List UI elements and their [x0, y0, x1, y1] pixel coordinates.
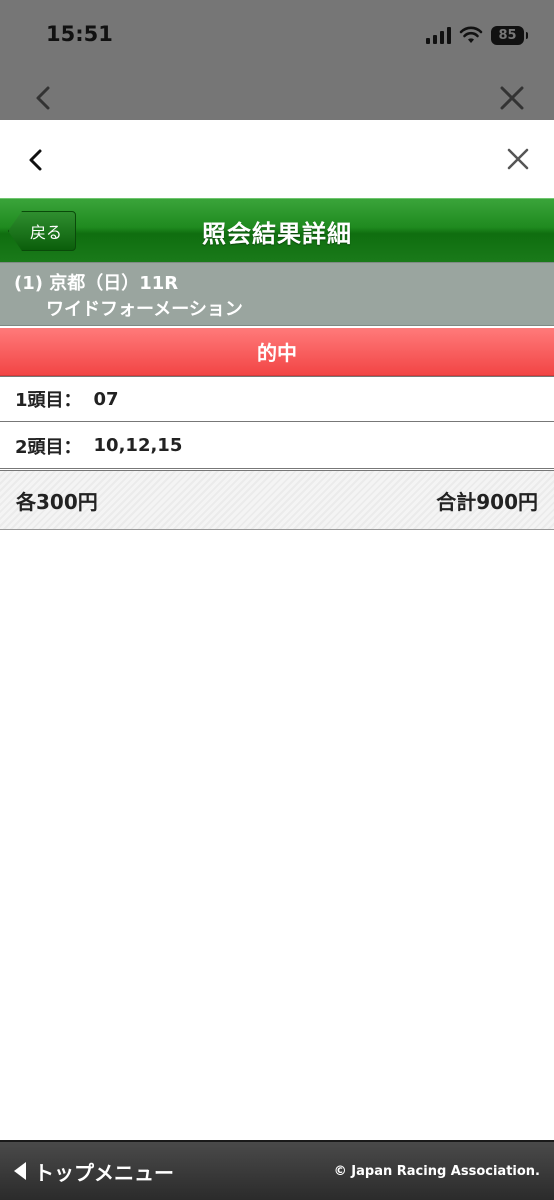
selection-label: 1頭目： [15, 390, 82, 411]
race-venue: (1) 京都（日）11R [14, 273, 179, 294]
back-button[interactable]: 戻る [8, 211, 76, 251]
copyright: © Japan Racing Association. [333, 1163, 540, 1179]
footer: トップメニュー © Japan Racing Association. [0, 1140, 554, 1200]
close-icon [500, 86, 524, 110]
back-chevron-icon[interactable] [24, 146, 48, 174]
top-menu-label: トップメニュー [34, 1160, 174, 1185]
status-bar: 15:51 85 [0, 0, 554, 120]
selection-value: 10,12,15 [93, 435, 183, 456]
close-icon[interactable] [504, 145, 532, 173]
page-title: 照会結果詳細 [202, 219, 352, 248]
selection-row-2: 2頭目： 10,12,15 [0, 423, 554, 469]
status-time: 15:51 [46, 22, 113, 46]
amount-total: 合計900円 [436, 489, 538, 514]
chevron-left-icon [36, 86, 50, 110]
status-icons: 85 [426, 22, 528, 48]
amount-each: 各300円 [16, 489, 98, 514]
amount-row: 各300円 合計900円 [0, 470, 554, 530]
battery-icon: 85 [491, 25, 528, 45]
top-menu-link[interactable]: トップメニュー [14, 1157, 174, 1186]
bet-type: ワイドフォーメーション [46, 299, 243, 320]
selection-row-1: 1頭目： 07 [0, 376, 554, 422]
screen: 15:51 85 戻る 照会結果詳細 (1) 京都（日）11R ワイドフォーメー… [0, 0, 554, 1200]
title-bar: 戻る 照会結果詳細 [0, 198, 554, 262]
triangle-left-icon [14, 1162, 26, 1180]
selection-label: 2頭目： [15, 436, 82, 458]
wifi-icon [459, 26, 483, 43]
sheet-header [0, 120, 554, 198]
result-banner: 的中 [0, 328, 554, 376]
cellular-signal-icon [426, 26, 451, 44]
race-info: (1) 京都（日）11R ワイドフォーメーション [0, 262, 554, 326]
dimmed-background-nav [0, 84, 554, 120]
selection-value: 07 [93, 388, 119, 410]
